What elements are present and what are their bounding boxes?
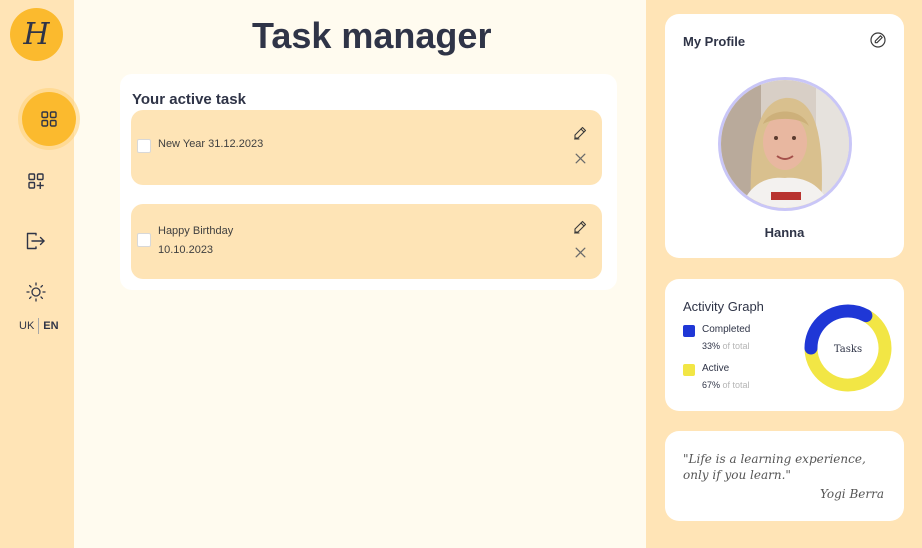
quote-card: "Life is a learning experience, only if … [665, 431, 904, 521]
legend-label: Active [702, 363, 730, 374]
quote-line: only if you learn." [683, 468, 791, 482]
theme-toggle-button[interactable] [24, 280, 48, 304]
legend-swatch-completed [683, 325, 695, 337]
active-task-panel: Your active task New Year 31.12.2023 Hap… [120, 74, 617, 290]
lang-en-button[interactable]: EN [43, 320, 58, 332]
profile-title: My Profile [683, 34, 746, 49]
dashboard-icon [41, 111, 57, 127]
logo[interactable]: H [10, 8, 63, 61]
sidebar: H UK EN [0, 0, 76, 548]
donut-center-label: Tasks [834, 344, 862, 355]
task-checkbox[interactable] [137, 233, 151, 247]
legend-percent-value: 67% [702, 380, 721, 390]
legend-swatch-active [683, 364, 695, 376]
avatar[interactable] [721, 80, 849, 208]
quote-line: "Life is a learning experience, [683, 452, 866, 466]
panel-title: Your active task [132, 91, 246, 108]
graph-title: Activity Graph [683, 299, 764, 314]
lang-uk-button[interactable]: UK [19, 320, 34, 332]
task-checkbox[interactable] [137, 139, 151, 153]
legend-percent-value: 33% [702, 341, 721, 351]
legend-label: Completed [702, 324, 751, 335]
language-switcher: UK EN [19, 318, 59, 334]
delete-task-icon[interactable] [574, 246, 587, 259]
logout-icon [26, 232, 45, 250]
legend-percent: 67% of total [702, 380, 750, 390]
page-title: Task manager [252, 15, 492, 56]
task-text: Happy Birthday 10.10.2023 [158, 222, 233, 260]
activity-donut-chart: Tasks [804, 304, 892, 392]
nav-add-task-button[interactable] [24, 169, 48, 193]
edit-profile-icon[interactable] [870, 32, 886, 48]
task-card: New Year 31.12.2023 [131, 110, 602, 185]
nav-dashboard-button[interactable] [22, 92, 76, 146]
avatar-photo [721, 80, 849, 208]
add-grid-icon [28, 173, 44, 189]
delete-task-icon[interactable] [574, 152, 587, 165]
quote-text: "Life is a learning experience, only if … [683, 451, 893, 483]
task-line: Happy Birthday [158, 225, 234, 237]
task-line: New Year 31.12.2023 [158, 138, 264, 150]
legend-percent: 33% of total [702, 341, 750, 351]
activity-graph-card: Activity Graph Completed 33% of total Ac… [665, 279, 904, 411]
sun-icon [26, 282, 46, 302]
profile-card: My Profile Hanna [665, 14, 904, 258]
nav-logout-button[interactable] [24, 229, 48, 253]
task-line: 10.10.2023 [158, 244, 214, 256]
lang-divider [38, 318, 40, 334]
task-text: New Year 31.12.2023 [158, 135, 263, 154]
legend-percent-suffix: of total [722, 341, 750, 351]
legend-percent-suffix: of total [722, 380, 750, 390]
edit-task-icon[interactable] [573, 126, 587, 140]
profile-name: Hanna [764, 225, 805, 240]
logo-letter: H [23, 17, 50, 52]
edit-task-icon[interactable] [573, 220, 587, 234]
quote-author: Yogi Berra [820, 487, 884, 501]
task-card: Happy Birthday 10.10.2023 [131, 204, 602, 279]
